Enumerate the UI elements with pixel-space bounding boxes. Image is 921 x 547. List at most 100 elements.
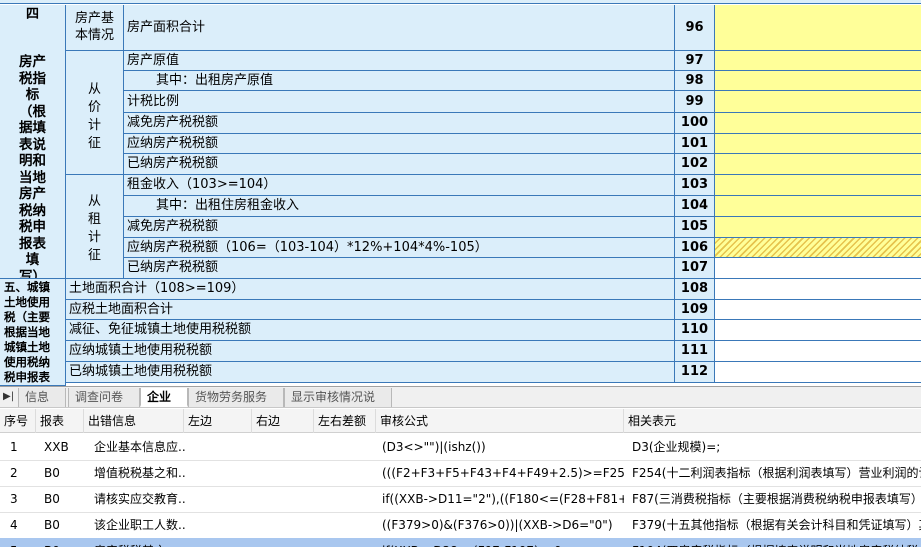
- header-formula[interactable]: 审核公式: [376, 409, 624, 433]
- row-value-input-97[interactable]: [715, 51, 921, 71]
- row-value-input-99[interactable]: [715, 91, 921, 113]
- row-label-96: 房产面积合计: [124, 5, 675, 51]
- row-number-106: 106: [675, 238, 715, 258]
- row-label-97: 房产原值: [124, 51, 675, 71]
- subgroup-ad-valorem: 从价计征: [66, 51, 124, 175]
- row-value-input-107[interactable]: [715, 258, 921, 279]
- row-number-111: 111: [675, 341, 715, 362]
- table-row[interactable]: 5 B0 房产税税基之... if(XXB->D38... (F97-F107)...…: [0, 538, 921, 547]
- row-value-input-100[interactable]: [715, 113, 921, 134]
- row-value-input-105[interactable]: [715, 217, 921, 238]
- tab-scroll-left-icon[interactable]: ▶|: [3, 391, 14, 402]
- row-value-input-98[interactable]: [715, 71, 921, 91]
- cell-diff: [316, 512, 376, 538]
- sheet-tab-bar: ▶| 信息表 调查问卷表 企业表 货物劳务服务表 显示审核情况说明: [0, 386, 921, 423]
- header-left[interactable]: 左边: [184, 409, 252, 433]
- row-number-103: 103: [675, 175, 715, 196]
- section4-index: 四: [25, 7, 39, 22]
- row-value-input-109[interactable]: [715, 300, 921, 320]
- tab-goods-services[interactable]: 货物劳务服务表: [188, 388, 284, 423]
- header-table[interactable]: 报表: [36, 409, 84, 433]
- table-row[interactable]: 1 XXB 企业基本信息应... (D3<>"")|(ishz()) D3(企业规模)=…: [0, 434, 921, 461]
- row-label-108: 土地面积合计（108>=109）: [66, 279, 675, 300]
- tab-questionnaire[interactable]: 调查问卷表: [68, 388, 140, 423]
- cell-error: 请核实应交教育...: [94, 492, 186, 506]
- row-label-109: 应税土地面积合计: [66, 300, 675, 320]
- cell-right: [254, 434, 314, 460]
- cell-seq: 4: [10, 518, 18, 532]
- cell-diff: [316, 486, 376, 512]
- row-value-input-96[interactable]: [715, 5, 921, 51]
- cell-table: B0: [44, 518, 60, 532]
- row-label-103: 租金收入（103>=104）: [124, 175, 675, 196]
- row-number-109: 109: [675, 300, 715, 320]
- row-number-104: 104: [675, 196, 715, 217]
- tab-info-table[interactable]: 信息表: [18, 388, 66, 423]
- row-number-101: 101: [675, 134, 715, 154]
- cell-right: [254, 486, 314, 512]
- cell-seq: 5: [6, 538, 36, 547]
- row-value-input-104[interactable]: [715, 196, 921, 217]
- table-row[interactable]: 3 B0 请核实应交教育... if((XXB->D11="2"),((F180<=(…: [0, 486, 921, 513]
- row-label-100: 减免房产税税额: [124, 113, 675, 134]
- header-error[interactable]: 出错信息: [84, 409, 184, 433]
- cell-right: [254, 538, 314, 547]
- row-label-105: 减免房产税税额: [124, 217, 675, 238]
- row-label-106: 应纳房产税税额（106=（103-104）*12%+104*4%-105）: [124, 238, 675, 258]
- cell-related: D3(企业规模)=;: [632, 440, 721, 454]
- cell-error: 企业基本信息应...: [94, 440, 186, 454]
- cell-seq: 2: [10, 466, 18, 480]
- header-right[interactable]: 右边: [252, 409, 314, 433]
- cell-table: B0: [44, 466, 60, 480]
- cell-related: F104(四房产税指标（根据填表说明和当地房产税纳税: [628, 538, 921, 547]
- cell-seq: 1: [10, 440, 18, 454]
- cell-right: [254, 512, 314, 538]
- row-value-input-111[interactable]: [715, 341, 921, 362]
- row-number-105: 105: [675, 217, 715, 238]
- table-row[interactable]: 4 B0 该企业职工人数... ((F379>0)&(F376>0))|(XXB->D…: [0, 512, 921, 539]
- row-number-99: 99: [675, 91, 715, 113]
- tab-audit-explanation[interactable]: 显示审核情况说明: [284, 388, 392, 423]
- row-value-input-112[interactable]: [715, 362, 921, 383]
- header-seq[interactable]: 序号: [0, 409, 36, 433]
- row-value-input-102[interactable]: [715, 154, 921, 175]
- header-related[interactable]: 相关表元: [624, 409, 921, 433]
- row-number-108: 108: [675, 279, 715, 300]
- cell-table: XXB: [44, 440, 69, 454]
- grid-header: 序号 报表 出错信息 左边 右边 左右差额 审核公式 相关表元: [0, 409, 921, 433]
- row-label-112: 已纳城镇土地使用税税额: [66, 362, 675, 383]
- subgroup-rental: 从租计征: [66, 175, 124, 279]
- row-number-112: 112: [675, 362, 715, 383]
- row-label-104: 其中：出租住房租金收入: [124, 196, 675, 217]
- row-value-input-110[interactable]: [715, 320, 921, 341]
- previous-row-strip: [0, 0, 921, 4]
- tab-enterprise-table[interactable]: 企业表: [140, 388, 188, 423]
- row-number-100: 100: [675, 113, 715, 134]
- audit-results-grid: 序号 报表 出错信息 左边 右边 左右差额 审核公式 相关表元 1 XXB 企业基本…: [0, 409, 921, 547]
- row-value-input-101[interactable]: [715, 134, 921, 154]
- row-number-98: 98: [675, 71, 715, 91]
- row-value-input-103[interactable]: [715, 175, 921, 196]
- form-sheet: 四房产税指标（根据填表说明和当地房产税纳税申报表填写） 房产基本情况 从价计征 从租计…: [0, 0, 921, 386]
- cell-diff: [316, 538, 376, 547]
- cell-formula: (D3<>"")|(ishz()): [382, 440, 486, 454]
- header-diff[interactable]: 左右差额: [314, 409, 376, 433]
- cell-formula: if(XXB->D38... (F97-F107)... 0...: [378, 538, 624, 547]
- cell-right: [254, 460, 314, 486]
- cell-left: [186, 460, 252, 486]
- table-row[interactable]: 2 B0 增值税税基之和... (((F2+F3+F5+F43+F4+F49+2.5)…: [0, 460, 921, 487]
- row-value-input-106[interactable]: [715, 238, 921, 258]
- cell-error: 增值税税基之和...: [94, 466, 186, 480]
- cell-formula: (((F2+F3+F5+F43+F4+F49+2.5)>=F254)|...: [382, 466, 624, 480]
- row-label-111: 应纳城镇土地使用税税额: [66, 341, 675, 362]
- row-label-98: 其中：出租房产原值: [124, 71, 675, 91]
- row-number-96: 96: [675, 5, 715, 51]
- row-number-110: 110: [675, 320, 715, 341]
- row-label-101: 应纳房产税税额: [124, 134, 675, 154]
- section4-header: 四房产税指标（根据填表说明和当地房产税纳税申报表填写）: [0, 5, 66, 279]
- row-label-107: 已纳房产税税额: [124, 258, 675, 279]
- row-value-input-108[interactable]: [715, 279, 921, 300]
- section5-header: 五、城镇土地使用税（主要根据当地城镇土地使用税纳税申报表填写）: [0, 279, 66, 386]
- cell-diff: [316, 460, 376, 486]
- cell-formula: ((F379>0)&(F376>0))|(XXB->D6="0"): [382, 518, 613, 532]
